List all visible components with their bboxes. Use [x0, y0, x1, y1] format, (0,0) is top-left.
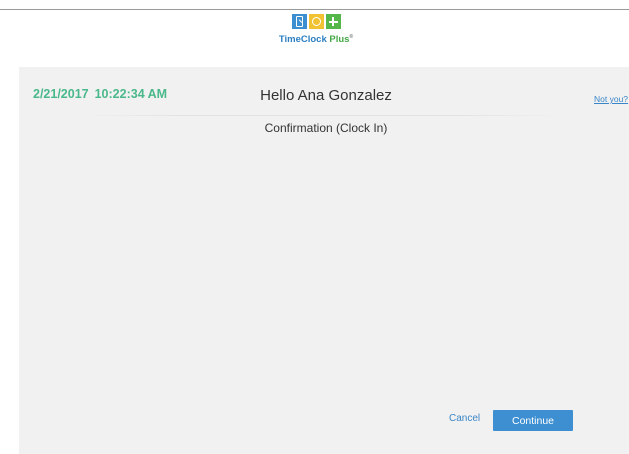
trademark-mark: ®: [349, 34, 354, 40]
page-subtitle: Confirmation (Clock In): [264, 121, 388, 135]
timeclock-plus-logo: TimeClock Plus®: [270, 14, 362, 50]
confirmation-panel: 2/21/2017 10:22:34 AM Hello Ana Gonzalez …: [19, 67, 629, 454]
hourglass-icon: [291, 14, 307, 29]
logo-icons: [270, 14, 362, 30]
logo-text: TimeClock Plus®: [270, 34, 362, 45]
header-divider: [83, 115, 559, 116]
logo-text-plus: Plus: [329, 34, 350, 46]
top-divider: [0, 9, 629, 10]
logo-text-timeclock: TimeClock: [278, 34, 327, 46]
not-you-link[interactable]: Not you?: [594, 94, 628, 104]
plus-icon: [325, 14, 341, 29]
greeting-heading: Hello Ana Gonzalez: [260, 87, 392, 104]
cancel-button[interactable]: Cancel: [449, 413, 480, 424]
continue-button[interactable]: Continue: [493, 410, 573, 431]
clock-icon: [308, 14, 324, 29]
